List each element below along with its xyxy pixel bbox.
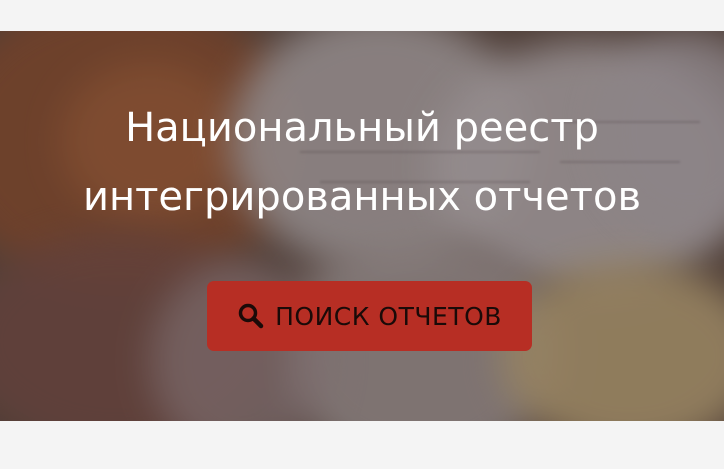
hero-title-line-1: Национальный реестр: [125, 105, 599, 151]
search-icon: [237, 302, 265, 330]
hero-title: Национальный реестр интегрированных отче…: [0, 105, 724, 220]
hero-overlay: [0, 31, 724, 421]
top-bar: [0, 0, 724, 31]
search-reports-button[interactable]: ПОИСК ОТЧЕТОВ: [207, 281, 532, 351]
hero-title-line-2: интегрированных отчетов: [82, 174, 642, 220]
content-area: [0, 421, 724, 469]
search-reports-label: ПОИСК ОТЧЕТОВ: [275, 301, 502, 331]
hero-banner: Национальный реестр интегрированных отче…: [0, 31, 724, 421]
